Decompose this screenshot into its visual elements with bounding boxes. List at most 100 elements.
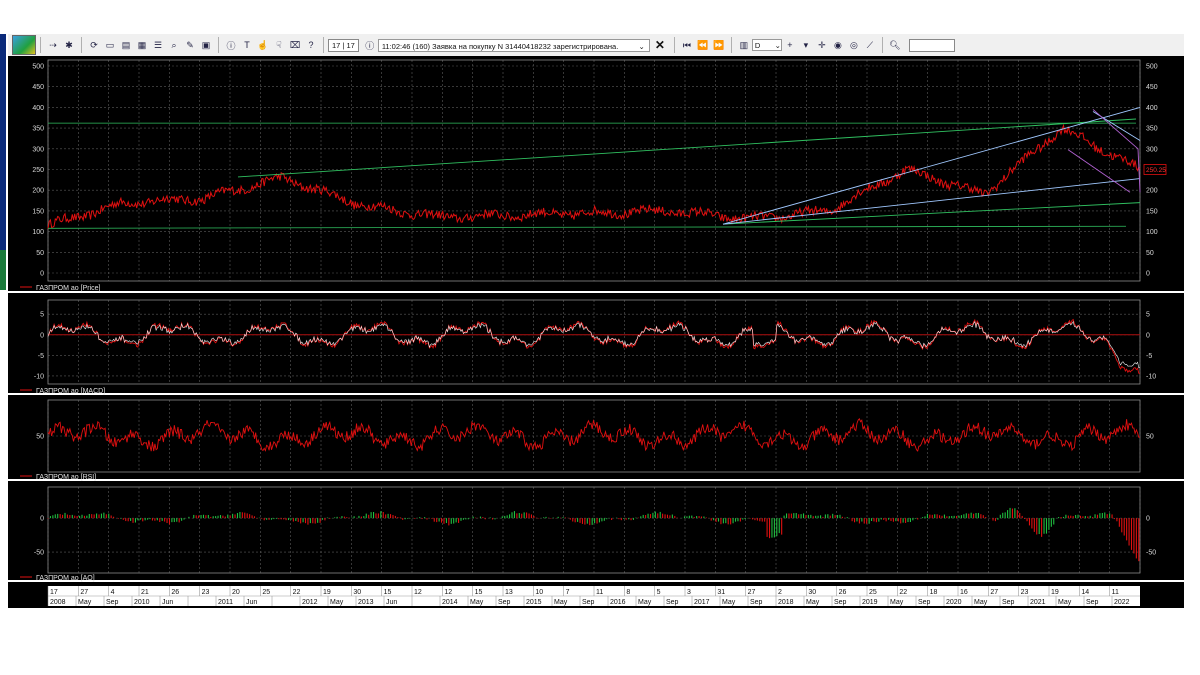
chevron-down-icon: ⌄ [774,41,781,50]
chart-type-icon[interactable]: ▥ [739,40,749,50]
time-axis-month: May [330,599,344,606]
time-axis-month: May [470,599,484,606]
time-axis-day: 3 [687,589,691,596]
time-axis-day: 2 [778,589,782,596]
search-doc-icon[interactable]: ⌕ [169,40,179,50]
time-axis-day: 5 [657,589,661,596]
time-axis-day: 17 [50,589,58,596]
price-panel-label: ГАЗПРОМ ао [Price] [36,285,101,292]
price-axis-tick-right: 350 [1146,126,1158,133]
ao-axis-tick-right: -50 [1146,550,1156,557]
toolbar-separator [730,37,732,53]
crosshair-icon[interactable]: ✛ [817,40,827,50]
toolbar-separator [881,37,883,53]
ruler-icon[interactable]: ⟋ [865,40,875,50]
first-icon[interactable]: ⏮ [682,40,692,50]
toolbar-separator [323,37,324,53]
toolbar: ⇢ ✱ ⟳ ▭ ▤ ▦ ☰ ⌕ ✎ ▣ ⓘ T ☝ ☟ ⌧ ? 17 | 17 … [8,34,1184,57]
time-axis-month: Sep [498,599,511,606]
close-icon[interactable]: ✕ [655,38,665,52]
alert-icon[interactable]: ⓘ [365,40,375,51]
table-icon[interactable]: ▤ [121,40,131,50]
price-axis-tick-right: 100 [1146,229,1158,236]
time-axis-month: May [722,599,736,606]
hand-buy-icon[interactable]: ☝ [257,40,268,50]
help-icon[interactable]: ? [306,40,316,50]
time-axis-month: 2010 [134,599,150,606]
macd-axis-tick-left: -10 [34,373,44,380]
refresh-icon[interactable]: ⟳ [89,40,99,50]
price-axis-tick-left: 50 [36,250,44,257]
time-axis-day: 26 [171,589,179,596]
price-axis-tick-left: 150 [32,208,44,215]
time-axis-month: May [890,599,904,606]
price-axis-tick-left: 300 [32,146,44,153]
time-axis-day: 23 [202,589,210,596]
time-axis-month: 2011 [218,599,233,606]
time-axis-month: Sep [666,599,679,606]
time-axis-day: 7 [566,589,570,596]
rewind-icon[interactable]: ⏪ [697,40,708,50]
ao-axis-tick-left: -50 [34,550,44,557]
time-axis-month: May [974,599,988,606]
time-axis-day: 15 [384,589,392,596]
connect-icon[interactable]: ✱ [64,40,74,50]
trend-line [237,118,1137,178]
time-axis-month: Sep [1002,599,1015,606]
time-axis-month: 2015 [526,599,542,606]
text-tool-icon[interactable]: T [242,40,252,50]
time-axis-month: Sep [750,599,763,606]
app-logo-icon[interactable] [12,35,36,55]
time-axis-month: 2018 [778,599,794,606]
circle-icon[interactable]: ◎ [849,40,859,50]
chart-svg[interactable]: 5005004504504004003503503003002502502002… [8,56,1184,608]
rsi-panel-label: ГАЗПРОМ ао [RSI] [36,474,96,481]
price-axis-tick-left: 250 [32,167,44,174]
time-axis-month: 2022 [1114,599,1130,606]
time-axis-month: May [806,599,820,606]
search-input[interactable] [908,38,955,52]
caret-down-icon[interactable]: ▾ [801,40,811,50]
target-icon[interactable]: ◉ [833,40,843,50]
time-axis-day: 30 [353,589,361,596]
plus-icon[interactable]: + [785,40,795,50]
calendar-icon[interactable]: ▣ [201,40,211,50]
stop-icon[interactable]: ⌧ [290,40,300,50]
grid-icon[interactable]: ▦ [137,40,147,50]
time-axis-day: 22 [899,589,907,596]
time-axis-month: 2020 [946,599,962,606]
time-axis-month: Sep [582,599,595,606]
chart-area[interactable]: 5005004504504004003503503003002502502002… [8,56,1184,608]
time-axis-month: May [1058,599,1072,606]
period-select[interactable]: D ⌄ [751,39,782,51]
hand-sell-icon[interactable]: ☟ [274,40,284,50]
price-axis-tick-right: 300 [1146,146,1158,153]
window-icon[interactable]: ▭ [105,40,115,50]
time-axis-day: 25 [869,589,877,596]
forward-icon[interactable]: ⏩ [713,40,724,50]
macd-axis-tick-right: 0 [1146,332,1150,339]
time-axis-month: Sep [918,599,931,606]
toolbar-separator [218,37,219,53]
arrow-icon[interactable]: ⇢ [48,40,58,50]
fan-line-lower [722,178,1141,225]
message-dropdown[interactable]: 11:02:46 (160) Заявка на покупку N 31440… [377,38,650,52]
time-axis-day: 16 [960,589,968,596]
time-axis-month: Jun [162,599,173,606]
time-axis-day: 23 [1021,589,1029,596]
macd-axis-tick-right: -5 [1146,353,1152,360]
info-icon[interactable]: ⓘ [226,40,236,51]
time-axis-month: Jun [386,599,397,606]
macd-axis-tick-right: 5 [1146,312,1150,319]
time-axis-month: May [554,599,568,606]
time-axis-day: 20 [232,589,240,596]
edit-icon[interactable]: ✎ [185,40,195,50]
search-icon[interactable]: 🔍︎ [889,40,900,50]
time-axis-month: May [638,599,652,606]
time-axis-month: Sep [106,599,119,606]
support-line [47,225,1127,229]
fan-line-upper [722,106,1141,225]
time-axis-month: 2008 [50,599,66,606]
time-axis-day: 19 [1051,589,1059,596]
list-icon[interactable]: ☰ [153,40,163,50]
